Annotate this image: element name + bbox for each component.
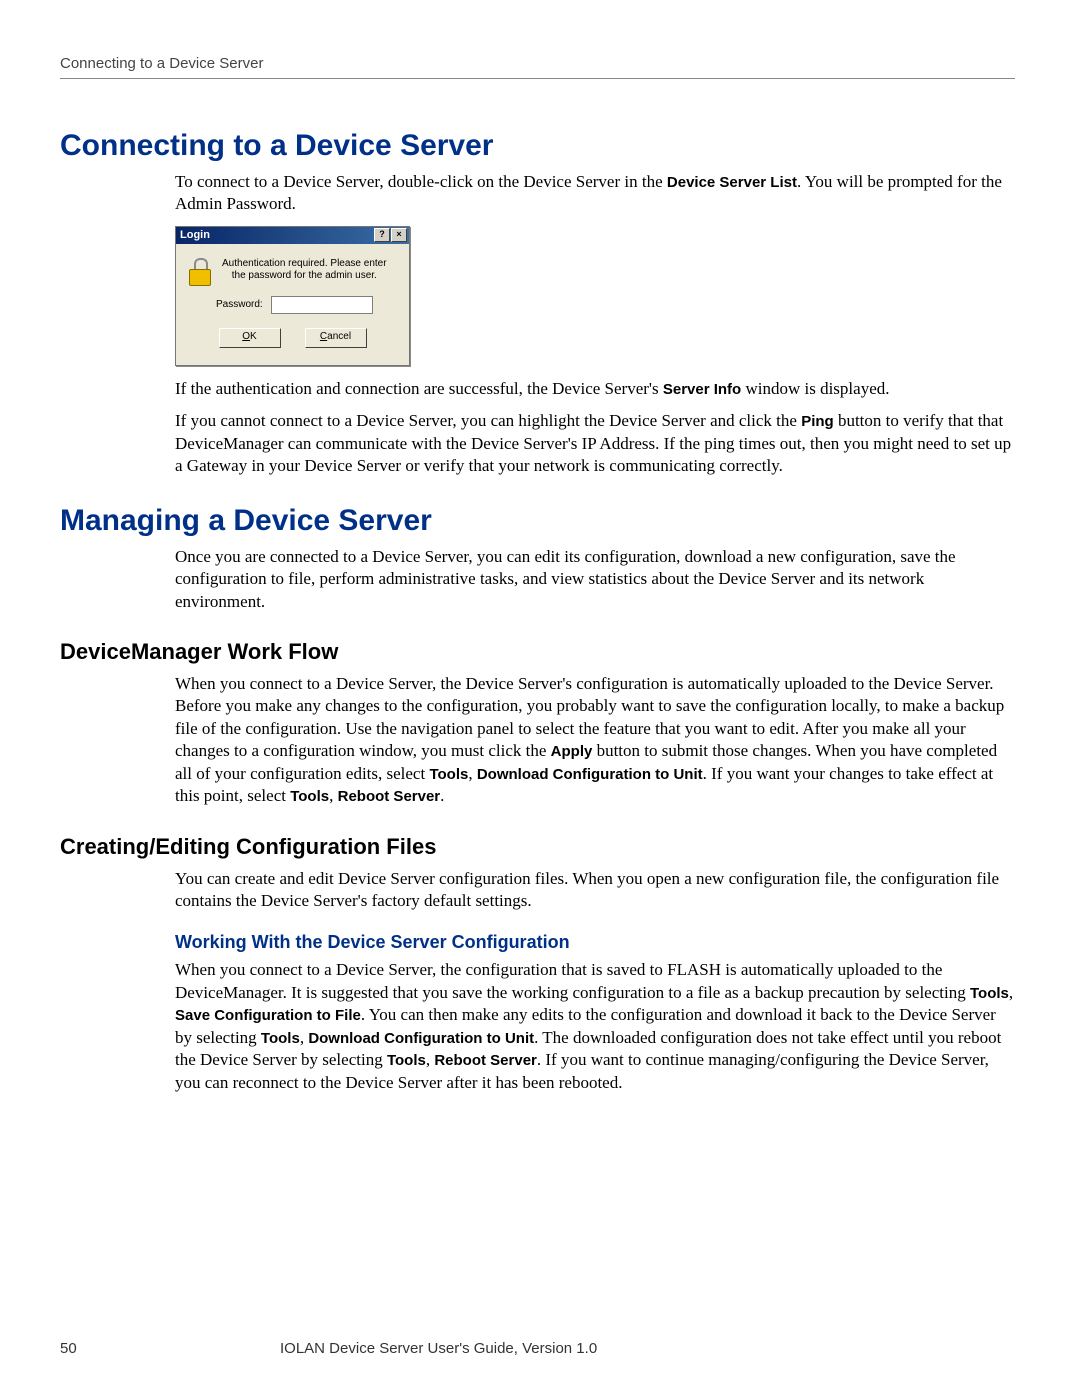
password-label: Password: xyxy=(216,299,263,310)
page-footer: 50 IOLAN Device Server User's Guide, Ver… xyxy=(60,1340,1015,1357)
login-dialog: Login ? × Authentication required. Pleas… xyxy=(175,226,410,366)
paragraph-connect-success: If the authentication and connection are… xyxy=(175,378,1015,400)
running-header: Connecting to a Device Server xyxy=(60,55,1015,79)
paragraph-connect-ping: If you cannot connect to a Device Server… xyxy=(175,410,1015,477)
page-number: 50 xyxy=(60,1340,280,1357)
heading-connecting: Connecting to a Device Server xyxy=(60,129,1015,163)
text: When you connect to a Device Server, the… xyxy=(175,960,970,1001)
bold-tools-4: Tools xyxy=(261,1030,300,1047)
bold-download-config-1: Download Configuration to Unit xyxy=(477,766,703,783)
bold-tools-2: Tools xyxy=(290,788,329,805)
text: If you cannot connect to a Device Server… xyxy=(175,411,801,430)
login-titlebar: Login ? × xyxy=(176,227,409,244)
bold-download-config-2: Download Configuration to Unit xyxy=(308,1030,534,1047)
password-input[interactable] xyxy=(271,296,373,314)
bold-device-server-list: Device Server List xyxy=(667,174,797,191)
text: window is displayed. xyxy=(741,379,889,398)
login-message: Authentication required. Please enter th… xyxy=(222,256,387,282)
paragraph-config-intro: You can create and edit Device Server co… xyxy=(175,868,1015,913)
paragraph-manage-intro: Once you are connected to a Device Serve… xyxy=(175,546,1015,613)
text: , xyxy=(1009,983,1013,1002)
close-icon[interactable]: × xyxy=(391,228,407,242)
login-title-text: Login xyxy=(180,229,210,241)
paragraph-workflow: When you connect to a Device Server, the… xyxy=(175,673,1015,808)
lock-icon xyxy=(186,256,212,286)
text: If the authentication and connection are… xyxy=(175,379,663,398)
heading-config-files: Creating/Editing Configuration Files xyxy=(60,834,1015,860)
footer-text: IOLAN Device Server User's Guide, Versio… xyxy=(280,1340,1015,1357)
paragraph-connect-intro: To connect to a Device Server, double-cl… xyxy=(175,171,1015,216)
ok-button[interactable]: OK xyxy=(219,328,281,348)
paragraph-working-config: When you connect to a Device Server, the… xyxy=(175,959,1015,1094)
text: To connect to a Device Server, double-cl… xyxy=(175,172,667,191)
bold-tools-5: Tools xyxy=(387,1052,426,1069)
bold-tools-3: Tools xyxy=(970,985,1009,1002)
text: . xyxy=(440,786,444,805)
bold-reboot-2: Reboot Server xyxy=(434,1052,537,1069)
bold-tools-1: Tools xyxy=(429,766,468,783)
bold-reboot-1: Reboot Server xyxy=(338,788,441,805)
bold-server-info: Server Info xyxy=(663,381,741,398)
bold-save-config: Save Configuration to File xyxy=(175,1007,361,1024)
cancel-button[interactable]: Cancel xyxy=(305,328,367,348)
text: , xyxy=(468,764,477,783)
heading-managing: Managing a Device Server xyxy=(60,504,1015,538)
heading-working-config: Working With the Device Server Configura… xyxy=(175,932,1015,953)
bold-ping: Ping xyxy=(801,413,834,430)
help-icon[interactable]: ? xyxy=(374,228,390,242)
bold-apply: Apply xyxy=(551,743,593,760)
heading-workflow: DeviceManager Work Flow xyxy=(60,639,1015,665)
text: the password for the admin user. xyxy=(232,270,377,281)
text: , xyxy=(329,786,338,805)
text: Authentication required. Please enter xyxy=(222,258,387,269)
